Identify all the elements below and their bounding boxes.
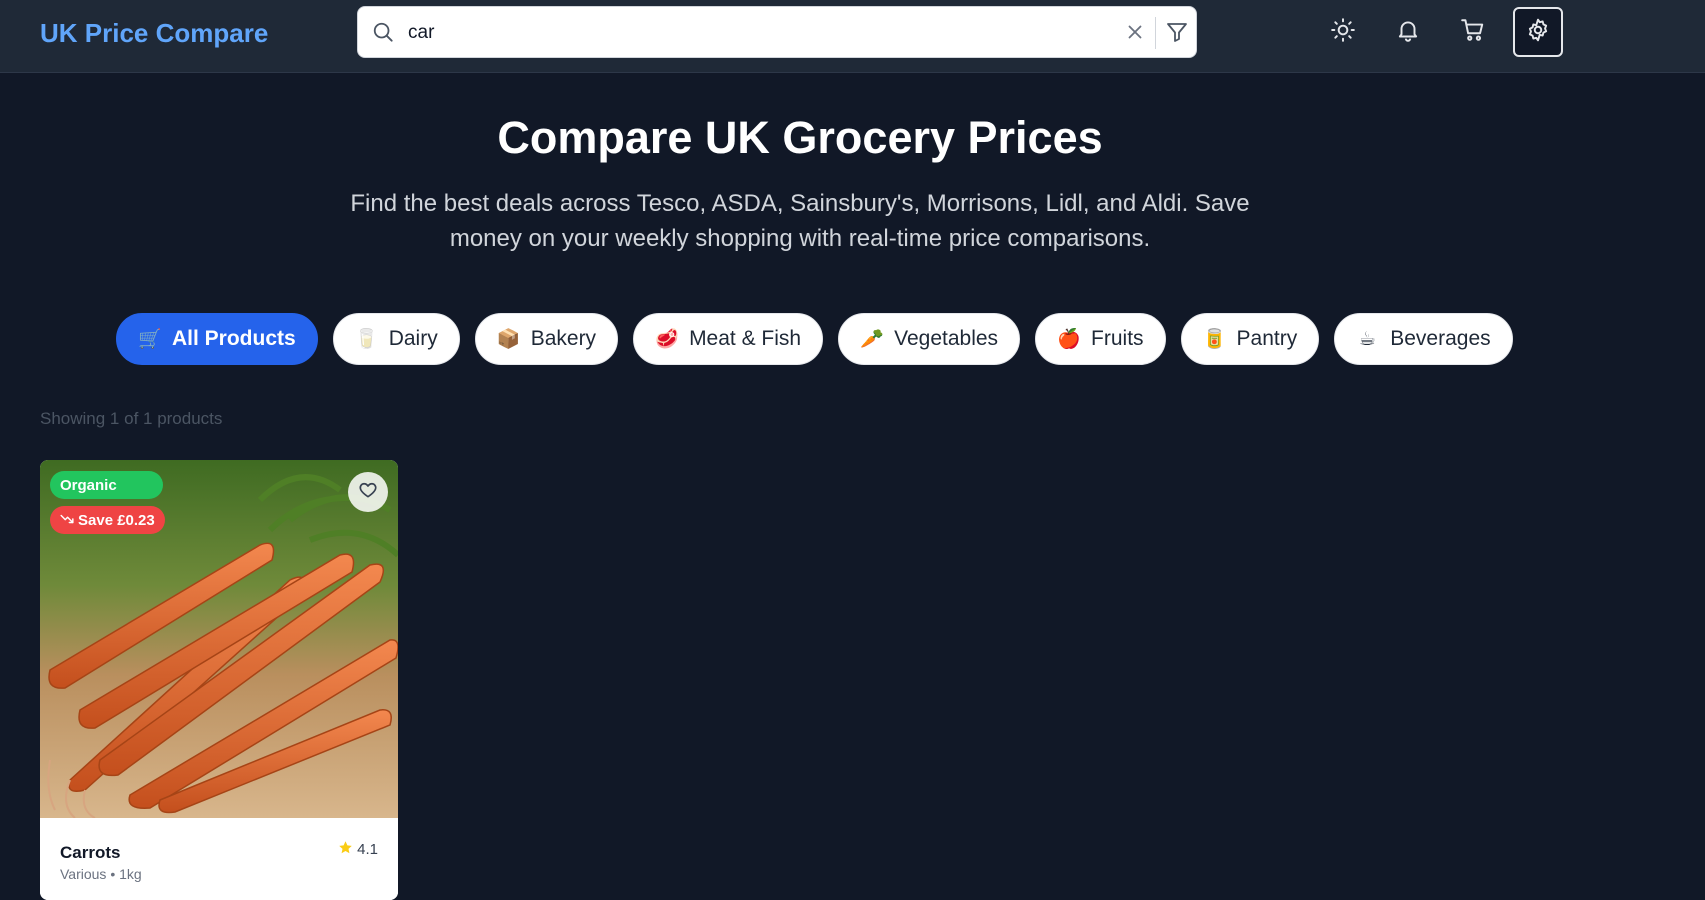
- category-beverages[interactable]: ☕ Beverages: [1334, 313, 1513, 365]
- cart-icon: 🛒: [138, 329, 162, 350]
- apple-icon: 🍎: [1057, 329, 1081, 350]
- notifications-button[interactable]: [1383, 7, 1433, 57]
- category-label: All Products: [172, 327, 296, 350]
- category-label: Vegetables: [894, 327, 999, 350]
- product-card[interactable]: Organic Save £0.23 Carrots Various • 1kg…: [40, 460, 398, 900]
- results-count: Showing 1 of 1 products: [40, 409, 223, 428]
- filter-icon: [1165, 23, 1189, 48]
- category-label: Bakery: [530, 327, 597, 350]
- product-meta: Various • 1kg: [60, 866, 142, 882]
- page-title: Compare UK Grocery Prices: [497, 112, 1103, 163]
- milk-icon: 🥛: [354, 329, 379, 350]
- heart-icon: [358, 480, 378, 505]
- category-bakery[interactable]: 📦 Bakery: [474, 313, 619, 365]
- category-label: Fruits: [1091, 327, 1144, 350]
- search-bar: [357, 6, 1197, 58]
- product-card-body: Carrots Various • 1kg 4.1: [40, 818, 398, 900]
- filter-button[interactable]: [1165, 20, 1189, 49]
- category-meat-fish[interactable]: 🥩 Meat & Fish: [633, 313, 824, 365]
- category-filter-bar: 🛒 All Products 🥛 Dairy 📦 Bakery 🥩 Meat &…: [116, 313, 1513, 365]
- favorite-button[interactable]: [348, 472, 388, 512]
- close-icon: [1124, 25, 1146, 47]
- cup-icon: ☕: [1358, 328, 1376, 350]
- rating-value: 4.1: [357, 841, 378, 858]
- product-name: Carrots: [60, 843, 121, 862]
- product-rating: 4.1: [338, 840, 378, 859]
- category-label: Meat & Fish: [689, 327, 802, 350]
- bell-icon: [1395, 17, 1421, 48]
- clear-search-button[interactable]: [1124, 21, 1146, 48]
- category-label: Dairy: [388, 327, 438, 350]
- settings-button[interactable]: [1513, 7, 1563, 57]
- sun-icon: [1330, 17, 1356, 48]
- category-vegetables[interactable]: 🥕 Vegetables: [838, 313, 1021, 365]
- logo[interactable]: UK Price Compare: [40, 18, 268, 49]
- gear-icon: [1525, 17, 1551, 48]
- box-icon: 📦: [496, 329, 521, 350]
- carrot-icon: 🥕: [860, 329, 884, 350]
- theme-toggle-button[interactable]: [1318, 7, 1368, 57]
- category-label: Pantry: [1236, 327, 1298, 350]
- search-icon: [372, 21, 394, 48]
- category-label: Beverages: [1390, 327, 1491, 350]
- organic-badge: Organic: [50, 471, 163, 499]
- top-navigation-bar: UK Price Compare: [0, 0, 1705, 73]
- star-icon: [338, 840, 353, 859]
- can-icon: 🥫: [1202, 329, 1227, 350]
- category-all-products[interactable]: 🛒 All Products: [116, 313, 318, 365]
- cart-icon: [1460, 17, 1486, 48]
- cart-button[interactable]: [1448, 7, 1498, 57]
- category-pantry[interactable]: 🥫 Pantry: [1180, 313, 1320, 365]
- category-dairy[interactable]: 🥛 Dairy: [332, 313, 460, 365]
- search-input[interactable]: [408, 17, 1048, 49]
- trending-down-icon: [60, 512, 74, 529]
- save-badge-label: Save £0.23: [78, 511, 155, 529]
- category-fruits[interactable]: 🍎 Fruits: [1035, 313, 1166, 365]
- search-divider: [1155, 17, 1156, 49]
- page-subtitle: Find the best deals across Tesco, ASDA, …: [350, 190, 1250, 252]
- meat-icon: 🥩: [655, 329, 679, 350]
- save-badge: Save £0.23: [50, 506, 165, 534]
